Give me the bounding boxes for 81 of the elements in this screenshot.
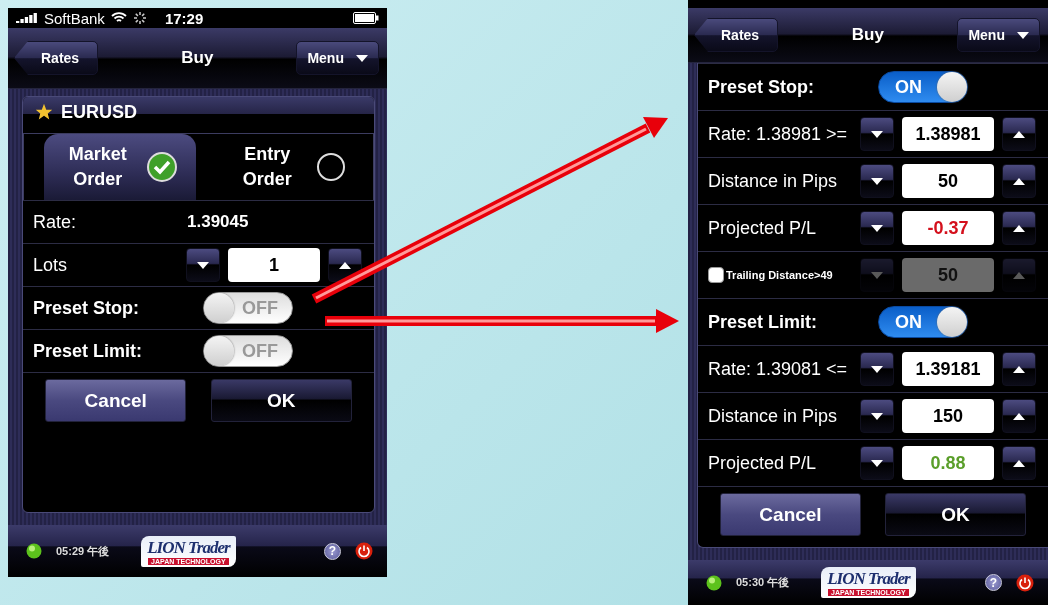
cancel-button[interactable]: Cancel xyxy=(720,493,861,536)
field-label: Rate: xyxy=(33,211,78,233)
radio-circle-icon xyxy=(316,152,347,182)
ok-button[interactable]: OK xyxy=(210,379,352,422)
clock-time: 17:29 xyxy=(164,9,204,27)
down-arrow-icon xyxy=(871,412,883,420)
value-field[interactable]: -0.37 xyxy=(902,211,994,245)
power-icon[interactable] xyxy=(1016,573,1034,592)
increase-button[interactable] xyxy=(1002,117,1036,151)
increase-button[interactable] xyxy=(1002,211,1036,245)
activity-spinner-icon xyxy=(132,11,147,25)
up-arrow-icon xyxy=(1013,130,1025,138)
ok-button[interactable]: OK xyxy=(885,493,1026,536)
value-field[interactable]: 150 xyxy=(902,399,994,433)
check-icon xyxy=(146,152,177,182)
rate-value: 1.39045 xyxy=(187,212,249,232)
decrease-button[interactable] xyxy=(860,211,894,245)
field-label: Preset Stop: xyxy=(708,76,816,98)
signal-icon xyxy=(16,13,38,23)
menu-button[interactable]: Menu xyxy=(957,18,1040,52)
screen-title: Buy xyxy=(851,25,884,45)
down-arrow-icon xyxy=(871,365,883,373)
toggle-switch[interactable]: ON xyxy=(878,306,968,338)
up-arrow-icon xyxy=(1013,412,1025,420)
carrier-name: SoftBank xyxy=(44,9,105,27)
value-field[interactable]: 1.38981 xyxy=(902,117,994,151)
toggle-switch[interactable]: ON xyxy=(878,71,968,103)
star-icon xyxy=(35,103,53,121)
increase-button[interactable] xyxy=(1002,164,1036,198)
down-arrow-icon xyxy=(871,177,883,185)
decrease-button[interactable] xyxy=(860,117,894,151)
field-label: Preset Limit: xyxy=(33,340,144,362)
field-label: Preset Stop: xyxy=(33,297,141,319)
value-field[interactable]: 50 xyxy=(902,164,994,198)
screen-title: Buy xyxy=(181,48,214,68)
decrease-button[interactable] xyxy=(860,164,894,198)
connection-status-icon xyxy=(706,574,722,591)
increase-button[interactable] xyxy=(1002,399,1036,433)
field-label: Preset Limit: xyxy=(708,311,819,333)
currency-pair: EURUSD xyxy=(61,101,137,123)
battery-icon xyxy=(353,12,379,24)
down-arrow-icon xyxy=(871,459,883,467)
field-label: Distance in Pips xyxy=(708,405,839,427)
value-field[interactable]: 1.39181 xyxy=(902,352,994,386)
cancel-button[interactable]: Cancel xyxy=(45,379,187,422)
power-icon[interactable] xyxy=(355,542,373,560)
back-button[interactable]: Rates xyxy=(694,18,779,52)
down-arrow-icon xyxy=(871,224,883,232)
connection-status-icon xyxy=(26,543,42,559)
decrease-button[interactable] xyxy=(860,446,894,480)
up-arrow-icon xyxy=(1013,271,1025,279)
down-arrow-icon xyxy=(871,130,883,138)
field-label: Rate: 1.39081 <= xyxy=(708,358,849,380)
back-button[interactable]: Rates xyxy=(14,41,99,75)
footer-time: 05:30 午後 xyxy=(736,575,790,590)
order-type-tab[interactable]: Market Order xyxy=(44,134,196,200)
down-arrow-icon xyxy=(871,271,883,279)
increase-button[interactable] xyxy=(1002,446,1036,480)
field-label: Lots xyxy=(33,254,69,276)
menu-button[interactable]: Menu xyxy=(296,41,379,75)
down-arrow-icon xyxy=(197,261,209,269)
caret-icon xyxy=(356,54,368,62)
decrease-button[interactable] xyxy=(186,248,220,282)
caret-icon xyxy=(1017,31,1029,39)
decrease-button[interactable] xyxy=(860,352,894,386)
decrease-button[interactable] xyxy=(860,399,894,433)
increase-button[interactable] xyxy=(1002,352,1036,386)
field-label: Trailing Distance>49 xyxy=(726,269,833,281)
footer-time: 05:29 午後 xyxy=(56,543,110,559)
value-field[interactable]: 1 xyxy=(228,248,320,282)
up-arrow-icon xyxy=(1013,177,1025,185)
up-arrow-icon xyxy=(1013,459,1025,467)
wifi-icon xyxy=(110,12,127,24)
up-arrow-icon xyxy=(1013,365,1025,373)
order-type-tab[interactable]: Entry Order xyxy=(213,134,365,200)
field-label: Rate: 1.38981 >= xyxy=(708,123,849,145)
field-label: Projected P/L xyxy=(708,452,818,474)
field-label: Distance in Pips xyxy=(708,170,839,192)
field-label: Projected P/L xyxy=(708,217,818,239)
up-arrow-icon xyxy=(1013,224,1025,232)
up-arrow-icon xyxy=(339,261,351,269)
